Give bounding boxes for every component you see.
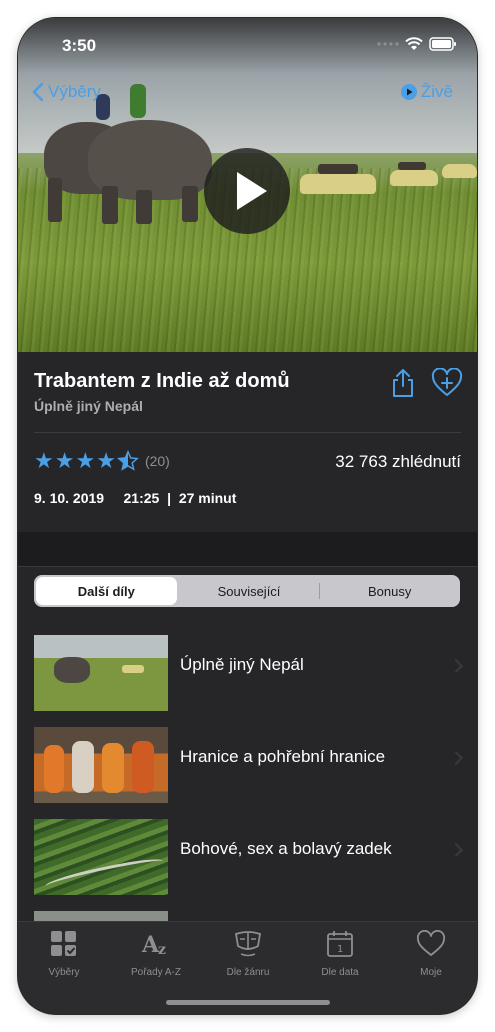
episode-duration: 27 minut	[178, 490, 237, 506]
list-item-title: Bohové, sex a bolavý zadek	[180, 839, 392, 858]
view-count: 32 763 zhlédnutí	[335, 452, 461, 471]
tab-shows-az[interactable]: Az Pořady A-Z	[110, 930, 202, 978]
broadcast-time: 21:25	[123, 490, 160, 506]
home-indicator[interactable]	[166, 1000, 330, 1005]
thumb-figure	[132, 741, 154, 793]
tab-label: Výběry	[48, 967, 80, 978]
thumb-road	[43, 854, 165, 893]
episode-subtitle: Úplně jiný Nepál	[34, 398, 143, 414]
elephant-leg	[48, 178, 62, 222]
svg-text:z: z	[158, 942, 166, 958]
live-label: Živě	[420, 82, 453, 101]
list-item[interactable]: Úplně jiný Nepál	[18, 615, 477, 711]
grid-check-icon	[51, 931, 76, 956]
tab-label: Dle žánru	[226, 967, 270, 978]
calendar-icon: 1	[327, 931, 353, 957]
meta-separator: |	[167, 490, 172, 506]
hillside-road-thumbnail	[34, 819, 168, 895]
roof-luggage	[398, 162, 426, 170]
partial-thumbnail	[34, 911, 168, 921]
trabant-car	[300, 174, 376, 194]
live-play-icon	[400, 84, 417, 100]
elephant-rider	[130, 84, 146, 118]
svg-text:1: 1	[337, 944, 343, 955]
list-item-title: Hranice a pohřební hranice	[180, 747, 386, 766]
tab-highlights[interactable]: Výběry	[18, 930, 110, 978]
tab-bar: Výběry Az Pořady A-Z Dle žánru 1 Dle dat…	[18, 921, 477, 1014]
tab-label: Pořady A-Z	[130, 967, 182, 978]
rating-count: (20)	[144, 453, 170, 469]
thumb-elephant	[54, 657, 90, 683]
broadcast-date: 9. 10. 2019	[34, 490, 105, 506]
sadhus-thumbnail	[34, 727, 168, 803]
broadcast-meta: 9. 10. 2019 21:25 | 27 minut	[34, 490, 236, 506]
heart-plus-icon	[431, 367, 463, 396]
segment-related[interactable]: Související	[179, 575, 320, 607]
section-gap	[18, 532, 477, 566]
video-hero[interactable]: 3:50 Výběry Živě	[18, 18, 477, 352]
back-label: Výběry	[48, 82, 101, 101]
elephant-leg	[182, 186, 198, 222]
elephant-leg	[102, 186, 118, 224]
tab-label: Dle data	[321, 967, 359, 978]
app-screen: 3:50 Výběry Živě Trabantem z Indie až do…	[18, 18, 477, 1014]
elephants-thumbnail	[34, 635, 168, 711]
info-divider	[34, 432, 461, 433]
signal-icon	[377, 42, 399, 46]
status-icons	[377, 34, 457, 54]
star-icon: ★	[75, 448, 96, 473]
battery-icon	[429, 37, 456, 51]
thumb-figure	[72, 741, 94, 793]
list-item[interactable]: Hranice a pohřební hranice	[18, 707, 477, 803]
live-button[interactable]: Živě	[400, 82, 453, 102]
share-button[interactable]	[391, 368, 415, 403]
play-icon	[237, 172, 267, 210]
chevron-right-icon	[448, 658, 464, 674]
back-button[interactable]: Výběry	[32, 82, 101, 102]
tab-genre[interactable]: Dle žánru	[202, 930, 294, 978]
play-button[interactable]	[204, 148, 290, 234]
tab-label: Moje	[420, 967, 442, 978]
tab-mine[interactable]: Moje	[385, 929, 477, 978]
add-favorite-button[interactable]	[431, 367, 463, 403]
episode-title: Trabantem z Indie až domů	[34, 370, 290, 392]
episode-info: Trabantem z Indie až domů Úplně jiný Nep…	[18, 352, 477, 532]
status-time: 3:50	[62, 36, 97, 55]
az-icon: Az	[141, 932, 166, 958]
star-icon: ★	[96, 448, 116, 473]
star-icon: ★	[54, 448, 75, 473]
elephant-leg	[136, 190, 152, 224]
segment-bar: Další díly Související Bonusy	[18, 566, 477, 616]
list-item[interactable]: Bohové, sex a bolavý zadek	[18, 799, 477, 895]
segment-bonuses[interactable]: Bonusy	[319, 575, 460, 607]
rating-stars[interactable]: ★ ★ ★ ★ (20)	[34, 450, 170, 472]
thumb-car	[122, 665, 144, 673]
chevron-left-icon	[32, 82, 44, 102]
heart-icon	[416, 929, 446, 956]
list-item[interactable]	[18, 891, 477, 921]
star-icon: ★	[34, 448, 54, 473]
tab-by-date[interactable]: 1 Dle data	[294, 930, 386, 978]
thumb-figure	[44, 745, 64, 793]
trabant-car	[390, 170, 438, 186]
list-item-title: Úplně jiný Nepál	[180, 655, 304, 674]
roof-luggage	[318, 164, 358, 174]
half-star-icon	[117, 450, 139, 471]
thumb-figure	[102, 743, 124, 793]
segment-next-episodes[interactable]: Další díly	[36, 577, 177, 605]
chevron-right-icon	[448, 842, 464, 858]
trabant-car	[442, 164, 477, 178]
segmented-control: Další díly Související Bonusy	[34, 575, 460, 607]
episode-list: Úplně jiný Nepál Hranice a pohřební hran…	[18, 615, 477, 921]
wifi-icon	[405, 37, 423, 50]
chevron-right-icon	[448, 750, 464, 766]
share-icon	[393, 369, 413, 397]
theater-masks-icon	[234, 931, 262, 957]
